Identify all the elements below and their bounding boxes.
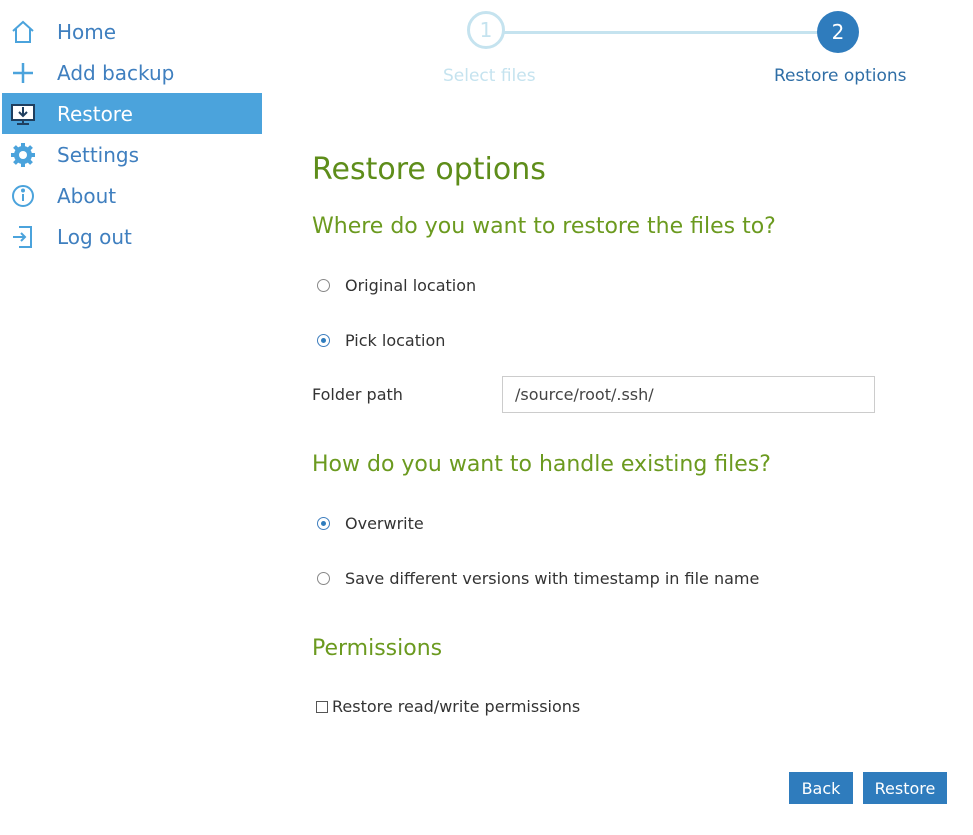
gear-icon xyxy=(8,140,38,170)
sidebar-item-label: About xyxy=(57,183,117,208)
pick-location-radio[interactable] xyxy=(317,334,330,347)
sidebar-item-about[interactable]: About xyxy=(2,175,262,216)
sidebar-item-label: Add backup xyxy=(57,60,175,85)
pick-location-label: Pick location xyxy=(345,331,446,350)
permissions-label: Restore read/write permissions xyxy=(332,697,581,716)
sidebar-item-restore[interactable]: Restore xyxy=(2,93,262,134)
step-1-circle[interactable]: 1 xyxy=(467,11,505,49)
sidebar-item-add-backup[interactable]: Add backup xyxy=(2,52,262,93)
progress-stepper: 1 2 Select files Restore options xyxy=(430,0,930,100)
sidebar-item-label: Log out xyxy=(57,224,132,249)
folder-path-input[interactable] xyxy=(502,376,875,413)
restore-icon xyxy=(8,99,38,129)
sidebar: Home Add backup Restore Settings About L… xyxy=(2,11,262,257)
permissions-heading: Permissions xyxy=(312,636,443,661)
original-location-option[interactable]: Original location xyxy=(317,276,476,295)
plus-icon xyxy=(8,58,38,88)
home-icon xyxy=(8,17,38,47)
logout-icon xyxy=(8,222,38,252)
info-icon xyxy=(8,181,38,211)
sidebar-item-home[interactable]: Home xyxy=(2,11,262,52)
original-location-radio[interactable] xyxy=(317,279,330,292)
back-button[interactable]: Back xyxy=(789,772,853,804)
overwrite-option[interactable]: Overwrite xyxy=(317,514,424,533)
save-versions-label: Save different versions with timestamp i… xyxy=(345,569,760,588)
step-2-circle: 2 xyxy=(817,11,859,53)
sidebar-item-logout[interactable]: Log out xyxy=(2,216,262,257)
save-versions-radio[interactable] xyxy=(317,572,330,585)
page-title: Restore options xyxy=(312,152,546,187)
sidebar-item-settings[interactable]: Settings xyxy=(2,134,262,175)
step-2-label: Restore options xyxy=(774,66,907,86)
folder-path-label: Folder path xyxy=(312,385,403,404)
save-versions-option[interactable]: Save different versions with timestamp i… xyxy=(317,569,759,588)
original-location-label: Original location xyxy=(345,276,477,295)
overwrite-radio[interactable] xyxy=(317,517,330,530)
permissions-option[interactable]: Restore read/write permissions xyxy=(316,697,580,716)
sidebar-item-label: Home xyxy=(57,19,117,44)
existing-files-heading: How do you want to handle existing files… xyxy=(312,452,771,477)
sidebar-item-label: Restore xyxy=(57,101,133,126)
step-1-label[interactable]: Select files xyxy=(443,66,536,86)
destination-heading: Where do you want to restore the files t… xyxy=(312,214,776,239)
permissions-checkbox[interactable] xyxy=(316,700,328,713)
pick-location-option[interactable]: Pick location xyxy=(317,331,445,350)
overwrite-label: Overwrite xyxy=(345,514,424,533)
sidebar-item-label: Settings xyxy=(57,142,140,167)
restore-button[interactable]: Restore xyxy=(863,772,947,804)
stepper-line xyxy=(487,31,837,34)
